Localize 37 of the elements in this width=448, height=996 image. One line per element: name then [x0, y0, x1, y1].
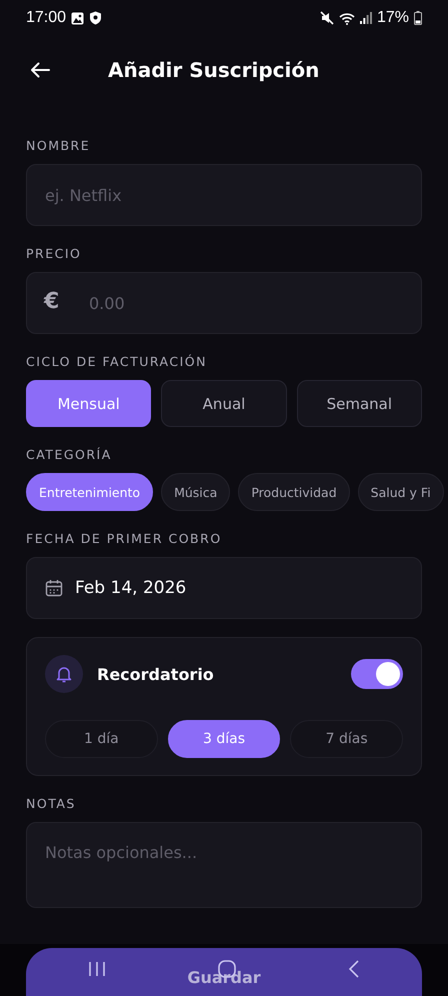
reminder-title: Recordatorio	[97, 664, 215, 684]
calendar-icon	[45, 579, 63, 597]
field-label: CICLO DE FACTURACIÓN	[26, 354, 208, 370]
reminder-option[interactable]: 3 días	[168, 720, 280, 758]
recent-apps-icon[interactable]	[88, 961, 106, 977]
category-chip[interactable]: Música	[161, 473, 230, 511]
mute-icon	[320, 11, 334, 25]
category-chip[interactable]: Salud y Fi	[358, 473, 444, 511]
bell-icon	[45, 655, 83, 693]
screen-title: Añadir Suscripción	[108, 58, 320, 82]
reminder-option[interactable]: 1 día	[45, 720, 158, 758]
category-chip[interactable]: Productividad	[238, 473, 350, 511]
signal-icon	[360, 12, 372, 24]
currency-symbol: €	[44, 289, 60, 314]
save-button[interactable]: Guardar	[26, 948, 422, 996]
image-icon	[71, 12, 84, 24]
name-field[interactable]: ej. Netflix	[26, 164, 422, 226]
back-arrow-icon	[30, 62, 50, 78]
field-label: CATEGORÍA	[26, 447, 113, 463]
reminder-toggle[interactable]	[351, 659, 403, 689]
battery-percent: 17%	[376, 9, 409, 27]
back-nav-icon[interactable]	[348, 960, 360, 978]
billing-option[interactable]: Mensual	[26, 380, 152, 427]
shield-icon	[89, 11, 102, 25]
battery-icon	[414, 11, 422, 25]
status-time: 17:00	[26, 9, 66, 27]
billing-option[interactable]: Semanal	[296, 380, 422, 427]
field-label: NOMBRE	[26, 138, 92, 154]
wifi-icon	[338, 12, 355, 24]
date-field[interactable]: Feb 14, 2026	[26, 557, 422, 619]
reminder-option[interactable]: 7 días	[290, 720, 404, 758]
category-chip[interactable]: Entretenimiento	[26, 473, 154, 511]
field-label: PRECIO	[26, 246, 82, 262]
notes-field[interactable]: Notas opcionales...	[26, 822, 422, 908]
field-label: FECHA DE PRIMER COBRO	[26, 531, 223, 547]
field-label: NOTAS	[26, 796, 77, 812]
billing-option[interactable]: Anual	[161, 380, 287, 427]
